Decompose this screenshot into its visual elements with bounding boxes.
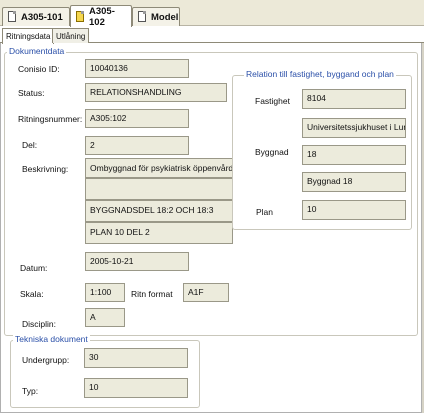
byggnad-name-field[interactable]: Byggnad 18 [302, 172, 406, 192]
document-icon [137, 11, 147, 23]
beskrivning-label: Beskrivning: [22, 164, 69, 174]
datum-field[interactable]: 2005-10-21 [85, 252, 189, 271]
undergrupp-field[interactable]: 30 [84, 348, 188, 368]
beskrivning-line-4[interactable]: PLAN 10 DEL 2 [85, 222, 233, 244]
skala-field[interactable]: 1:100 [85, 283, 125, 302]
doc-tab-a305-102[interactable]: A305-102 [70, 5, 132, 28]
del-label: Del: [22, 140, 38, 150]
document-icon [75, 10, 85, 23]
del-field[interactable]: 2 [85, 136, 189, 155]
datum-label: Datum: [20, 263, 48, 273]
typ-field[interactable]: 10 [84, 378, 188, 398]
conisio-id-field[interactable]: 10040136 [85, 59, 189, 78]
beskrivning-line-2[interactable] [85, 178, 233, 200]
fastighet-label: Fastighet [255, 96, 290, 106]
fastighet-field[interactable]: 8104 [302, 89, 406, 109]
beskrivning-line-3[interactable]: BYGGNADSDEL 18:2 OCH 18:3 [85, 200, 233, 222]
ritningsnummer-field[interactable]: A305:102 [85, 109, 189, 128]
disciplin-field[interactable]: A [85, 308, 125, 327]
skala-label: Skala: [20, 289, 44, 299]
beskrivning-line-1[interactable]: Ombyggnad för psykiatrisk öppenvård [85, 158, 233, 178]
doc-tab-a305-101[interactable]: A305-101 [2, 7, 70, 26]
document-icon [7, 11, 17, 23]
status-field[interactable]: RELATIONSHANDLING [85, 83, 227, 102]
ritningsnummer-label: Ritningsnummer: [18, 114, 83, 124]
ritn-format-field[interactable]: A1F [183, 283, 229, 302]
tekniska-legend: Tekniska dokument [13, 334, 90, 344]
conisio-id-label: Conisio ID: [18, 64, 60, 74]
typ-label: Typ: [22, 386, 39, 396]
plan-field[interactable]: 10 [302, 200, 406, 220]
doc-tab-model[interactable]: Model [132, 7, 180, 26]
relation-legend: Relation till fastighet, byggand och pla… [244, 69, 396, 79]
byggnad-field[interactable]: 18 [302, 145, 406, 165]
undergrupp-label: Undergrupp: [22, 355, 70, 365]
tab-label: Ritningsdata [6, 32, 51, 41]
tab-label: Utlåning [56, 31, 86, 41]
tab-utlaning[interactable]: Utlåning [52, 28, 90, 43]
doc-tab-label: A305-101 [21, 11, 63, 23]
tab-ritningsdata[interactable]: Ritningsdata [2, 28, 55, 44]
doc-tab-label: A305-102 [89, 5, 115, 28]
byggnad-label: Byggnad [255, 147, 289, 157]
dokumentdata-legend: Dokumentdata [7, 46, 67, 56]
ritn-format-label: Ritn format [131, 289, 173, 299]
disciplin-label: Disciplin: [22, 319, 57, 329]
status-label: Status: [18, 88, 45, 98]
doc-tab-label: Model [151, 11, 179, 23]
plan-label: Plan [256, 207, 274, 217]
fastighet-name-field[interactable]: Universitetssjukhuset i Lund [302, 118, 406, 138]
